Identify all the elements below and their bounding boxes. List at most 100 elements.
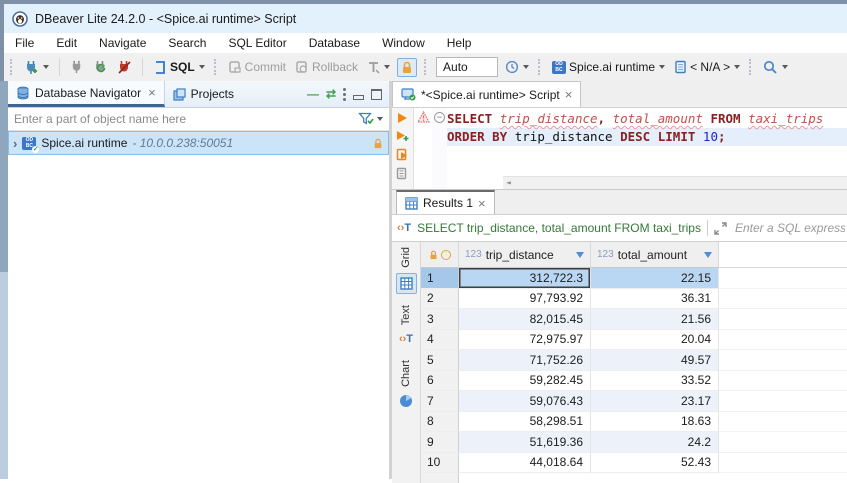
row-number-cell[interactable]: 6 (421, 371, 459, 392)
cell-total-amount[interactable]: 22.15 (591, 268, 719, 289)
tree-item-connection[interactable]: › ODBC ✓ Spice.ai runtime - 10.0.0.238:5… (8, 131, 389, 155)
close-icon[interactable]: × (148, 85, 156, 100)
row-number-cell[interactable]: 9 (421, 432, 459, 453)
sql-editor-caret[interactable] (199, 65, 205, 69)
filter-funnel-icon[interactable] (358, 112, 374, 126)
cell-trip-distance[interactable]: 44,018.64 (459, 453, 591, 474)
active-connection-combo[interactable]: ODBC Spice.ai runtime (550, 58, 667, 76)
cell-trip-distance[interactable]: 82,015.45 (459, 309, 591, 330)
sql-code-area[interactable]: SELECT trip_distance, total_amount FROM … (447, 108, 847, 189)
close-icon[interactable]: × (478, 196, 486, 211)
active-connection-caret[interactable] (659, 65, 665, 69)
cell-total-amount[interactable]: 21.56 (591, 309, 719, 330)
row-number-cell[interactable]: 1 (421, 268, 459, 289)
cell-trip-distance[interactable]: 59,076.43 (459, 391, 591, 412)
filter-options-caret[interactable] (377, 117, 383, 121)
row-number-cell[interactable]: 3 (421, 309, 459, 330)
transaction-log-button[interactable] (503, 58, 531, 76)
expand-filter-icon[interactable] (714, 222, 727, 235)
execute-script-icon[interactable] (396, 148, 409, 161)
transaction-mode-button[interactable] (365, 59, 392, 76)
view-menu-icon[interactable] (343, 88, 346, 101)
active-database-caret[interactable] (734, 65, 740, 69)
tab-text-label[interactable]: Text (400, 305, 412, 325)
transaction-log-caret[interactable] (523, 65, 529, 69)
cell-trip-distance[interactable]: 59,282.45 (459, 371, 591, 392)
custom-filter-icon[interactable]: ‹›T (397, 222, 411, 234)
search-caret[interactable] (782, 65, 788, 69)
cell-total-amount[interactable]: 33.52 (591, 371, 719, 392)
active-database-combo[interactable]: < N/A > (672, 58, 742, 76)
tab-sql-script[interactable]: *<Spice.ai runtime> Script × (392, 81, 581, 107)
menu-edit[interactable]: Edit (45, 33, 88, 53)
cell-total-amount[interactable]: 20.04 (591, 330, 719, 351)
cell-trip-distance[interactable]: 58,298.51 (459, 412, 591, 433)
column-header-total-amount[interactable]: 123 total_amount (591, 242, 719, 268)
new-sql-editor-button[interactable]: SQL (151, 58, 207, 77)
disconnect-button[interactable] (115, 58, 134, 77)
menu-database[interactable]: Database (298, 33, 371, 53)
menu-sql-editor[interactable]: SQL Editor (217, 33, 297, 53)
tab-results-1[interactable]: Results 1 × (396, 190, 495, 214)
autocommit-combo[interactable]: Auto (436, 57, 498, 77)
tab-text[interactable]: ‹›T (397, 330, 416, 349)
menu-navigate[interactable]: Navigate (88, 33, 157, 53)
new-connection-button[interactable] (22, 58, 51, 77)
row-number-cell[interactable]: 8 (421, 412, 459, 433)
script-options-icon[interactable] (396, 167, 409, 180)
cell-trip-distance[interactable]: 71,752.26 (459, 350, 591, 371)
row-number-cell[interactable]: 10 (421, 453, 459, 474)
execute-new-tab-icon[interactable] (396, 130, 409, 142)
tab-grid[interactable] (396, 273, 417, 294)
sort-caret-icon[interactable] (704, 252, 712, 258)
search-button[interactable] (761, 58, 790, 77)
cell-total-amount[interactable]: 36.31 (591, 289, 719, 310)
object-filter-input[interactable] (8, 108, 358, 130)
cell-total-amount[interactable]: 23.17 (591, 391, 719, 412)
fold-collapse-icon[interactable]: − (434, 112, 445, 123)
maximize-view-icon[interactable] (371, 89, 382, 100)
new-connection-caret[interactable] (43, 65, 49, 69)
reconnect-button[interactable] (91, 58, 110, 77)
commit-button[interactable]: Commit (226, 58, 288, 76)
tab-grid-label[interactable]: Grid (400, 247, 412, 268)
cell-total-amount[interactable]: 49.57 (591, 350, 719, 371)
transaction-mode-caret[interactable] (384, 65, 390, 69)
editor-hscrollbar[interactable]: ◄ (503, 176, 847, 189)
cell-total-amount[interactable]: 52.43 (591, 453, 719, 474)
sort-desc-icon[interactable] (576, 252, 584, 258)
menu-window[interactable]: Window (371, 33, 436, 53)
cell-trip-distance[interactable]: 72,975.97 (459, 330, 591, 351)
expand-chevron-icon[interactable]: › (13, 136, 17, 151)
menu-file[interactable]: File (4, 33, 45, 53)
minimize-view-icon[interactable] (353, 95, 364, 100)
scroll-left-arrow-icon[interactable]: ◄ (506, 174, 511, 189)
link-with-editor-icon[interactable]: ⇄ (326, 87, 336, 101)
close-icon[interactable]: × (565, 87, 573, 102)
grid-corner-cell[interactable] (421, 242, 459, 268)
collapse-all-icon[interactable]: — (307, 87, 319, 101)
sql-line-1[interactable]: SELECT trip_distance, total_amount FROM … (447, 110, 847, 128)
tab-chart[interactable] (397, 392, 416, 411)
cell-total-amount[interactable]: 18.63 (591, 412, 719, 433)
menu-search[interactable]: Search (157, 33, 217, 53)
cell-trip-distance[interactable]: 312,722.3 (459, 268, 591, 289)
tab-chart-label[interactable]: Chart (400, 360, 412, 387)
execute-statement-icon[interactable] (397, 112, 408, 124)
sql-expression-input[interactable] (733, 220, 847, 236)
cell-total-amount[interactable]: 24.2 (591, 432, 719, 453)
cell-trip-distance[interactable]: 51,619.36 (459, 432, 591, 453)
rollback-button[interactable]: Rollback (293, 58, 360, 76)
column-header-trip-distance[interactable]: 123 trip_distance (459, 242, 591, 268)
row-number-cell[interactable]: 7 (421, 391, 459, 412)
tab-database-navigator[interactable]: Database Navigator × (8, 81, 165, 107)
sql-line-2[interactable]: ORDER BY trip_distance DESC LIMIT 10; (447, 128, 847, 146)
row-number-cell[interactable]: 5 (421, 350, 459, 371)
cell-trip-distance[interactable]: 97,793.92 (459, 289, 591, 310)
tab-projects[interactable]: Projects (165, 81, 242, 107)
connection-lock-toggle[interactable] (397, 58, 417, 77)
row-number-cell[interactable]: 2 (421, 289, 459, 310)
menu-help[interactable]: Help (436, 33, 483, 53)
row-number-cell[interactable]: 4 (421, 330, 459, 351)
connect-button[interactable] (68, 58, 86, 76)
